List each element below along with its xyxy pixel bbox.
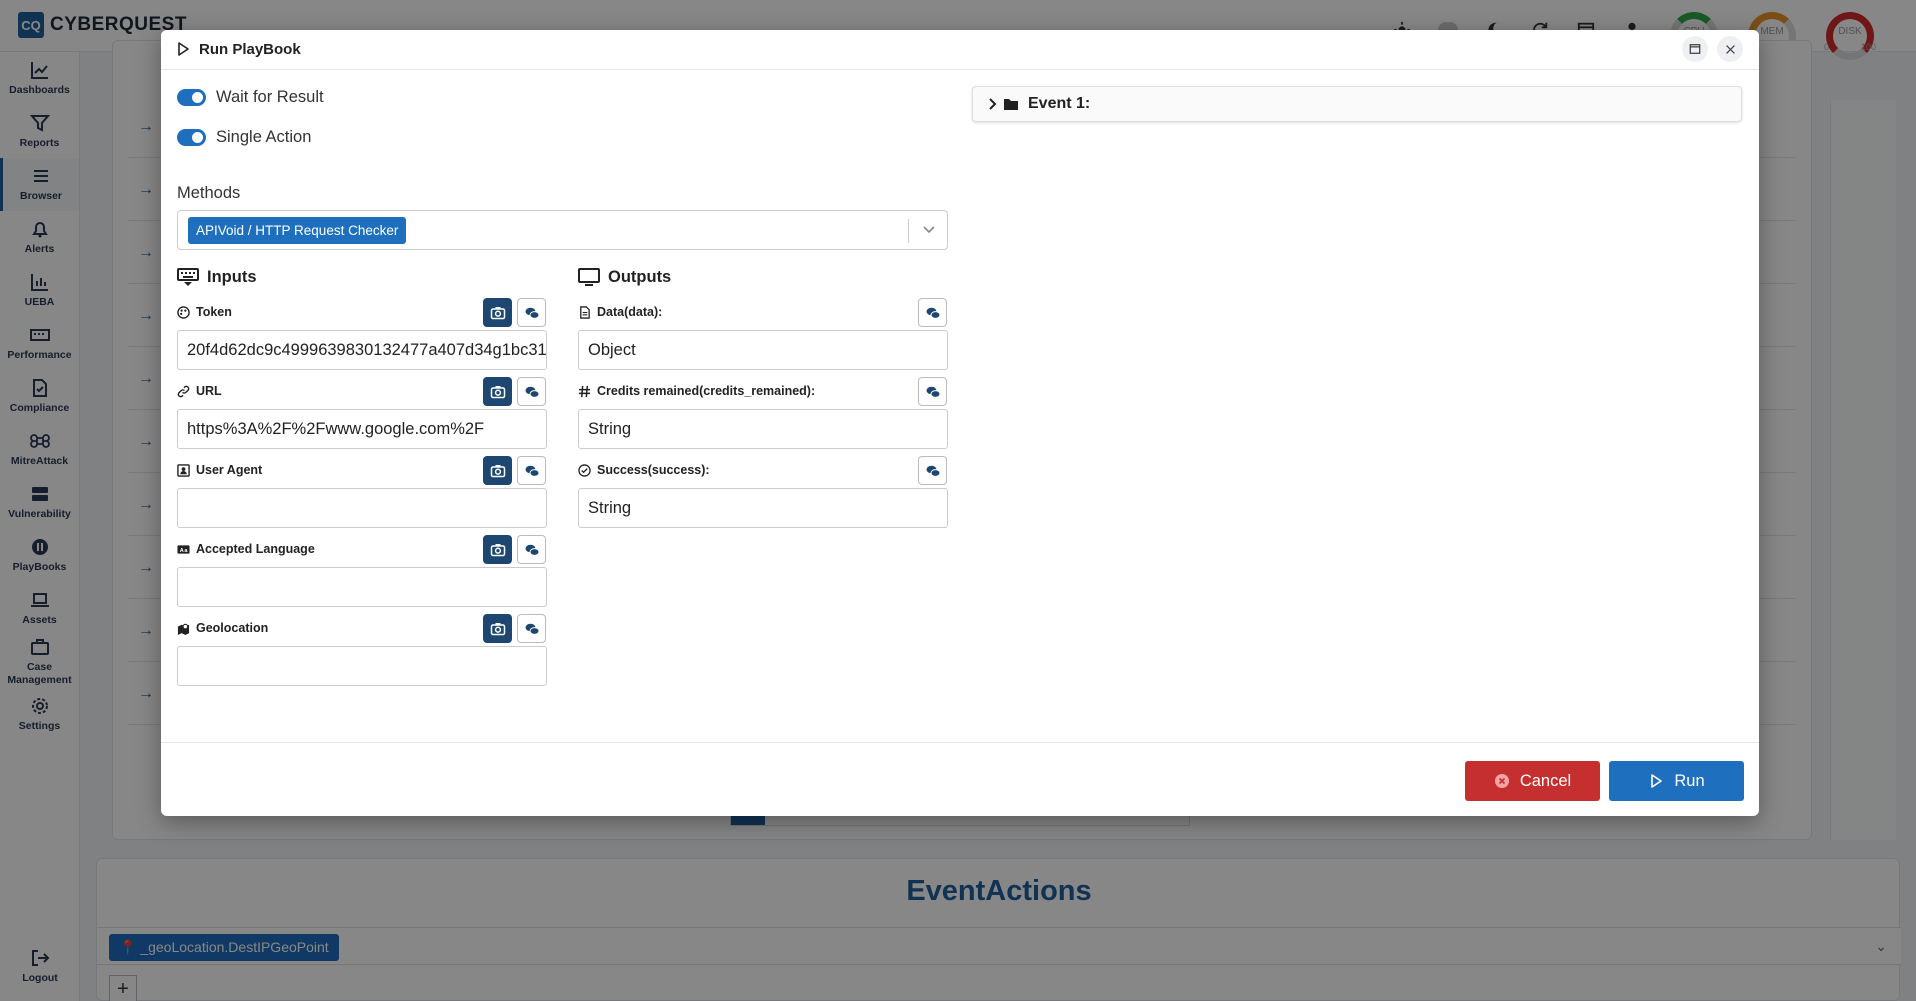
modal-header: Run PlayBook [161, 30, 1759, 70]
file-icon [580, 305, 590, 319]
chevron-right-icon[interactable] [985, 97, 999, 111]
comments-icon [926, 386, 940, 398]
camera-icon [490, 622, 505, 635]
wait-for-result-toggle[interactable] [177, 88, 206, 106]
output-data-variable-button[interactable] [918, 298, 947, 327]
token-label-text: Token [196, 305, 232, 319]
map-marker-icon [177, 623, 190, 635]
keyboard-icon [177, 268, 199, 286]
language-icon: Aa [177, 544, 190, 553]
user-agent-label: User Agent [177, 463, 262, 477]
run-label: Run [1674, 771, 1705, 790]
play-icon [178, 42, 189, 56]
accepted-language-variable-button[interactable] [517, 535, 546, 564]
event-label: Event 1: [1028, 95, 1091, 112]
single-action-toggle[interactable] [177, 128, 206, 146]
comments-icon [926, 307, 940, 319]
inputs-title: Inputs [207, 267, 257, 286]
output-success-field[interactable]: String [578, 488, 948, 528]
wait-for-result-label: Wait for Result [216, 87, 324, 106]
methods-label: Methods [177, 184, 241, 202]
close-button[interactable] [1717, 36, 1743, 62]
comments-icon [525, 623, 539, 635]
url-input[interactable]: https%3A%2F%2Fwww.google.com%2F [177, 409, 547, 449]
comments-icon [926, 465, 940, 477]
outputs-title: Outputs [608, 267, 672, 286]
output-credits-label-text: Credits remained(credits_remained): [597, 384, 816, 398]
output-success-label-text: Success(success): [597, 463, 710, 477]
check-circle-icon [578, 463, 591, 477]
accepted-language-label: Aa Accepted Language [177, 542, 315, 556]
geolocation-input[interactable] [177, 646, 547, 686]
modal-footer: Cancel Run [161, 742, 1759, 816]
token-variable-button[interactable] [517, 298, 546, 327]
token-input[interactable]: 20f4d62dc9c4999639830132477a407d34g1bc31… [177, 330, 547, 370]
monitor-icon [578, 268, 600, 286]
inputs-heading: Inputs [177, 266, 257, 288]
output-credits-variable-button[interactable] [918, 377, 947, 406]
accepted-language-input[interactable] [177, 567, 547, 607]
svg-text:A: A [180, 547, 184, 553]
token-label: Token [177, 305, 232, 319]
user-agent-snapshot-button[interactable] [483, 456, 512, 485]
cancel-label: Cancel [1519, 771, 1572, 790]
camera-icon [490, 385, 505, 398]
methods-select[interactable]: APIVoid / HTTP Request Checker [177, 210, 948, 250]
comments-icon [525, 386, 539, 398]
accepted-language-snapshot-button[interactable] [483, 535, 512, 564]
accepted-language-label-text: Accepted Language [196, 542, 315, 556]
cancel-button[interactable]: Cancel [1465, 761, 1600, 801]
geolocation-snapshot-button[interactable] [483, 614, 512, 643]
run-button[interactable]: Run [1609, 761, 1744, 801]
output-credits-label: Credits remained(credits_remained): [578, 384, 815, 398]
url-snapshot-button[interactable] [483, 377, 512, 406]
comments-icon [525, 307, 539, 319]
chevron-down-icon[interactable] [921, 221, 937, 237]
url-label: URL [177, 384, 222, 398]
geolocation-label: Geolocation [177, 621, 268, 635]
user-agent-input[interactable] [177, 488, 547, 528]
geolocation-label-text: Geolocation [196, 621, 269, 635]
geolocation-variable-button[interactable] [517, 614, 546, 643]
token-snapshot-button[interactable] [483, 298, 512, 327]
select-separator [908, 219, 909, 243]
camera-icon [490, 306, 505, 319]
wait-for-result-row: Wait for Result [177, 85, 324, 109]
url-label-text: URL [196, 384, 222, 398]
single-action-row: Single Action [177, 125, 311, 149]
outputs-heading: Outputs [578, 266, 671, 288]
output-success-label: Success(success): [578, 463, 710, 477]
comments-icon [525, 465, 539, 477]
output-data-field[interactable]: Object [578, 330, 948, 370]
play-icon [1651, 774, 1663, 788]
event-accordion[interactable]: Event 1: [972, 86, 1742, 122]
cancel-circle-icon [1494, 774, 1509, 788]
comments-icon [525, 544, 539, 556]
url-variable-button[interactable] [517, 377, 546, 406]
maximize-button[interactable] [1682, 36, 1708, 62]
hash-icon [578, 385, 591, 397]
camera-icon [490, 543, 505, 556]
maximize-icon [1689, 44, 1701, 54]
output-credits-field[interactable]: String [578, 409, 948, 449]
folder-icon [1004, 99, 1018, 110]
link-icon [177, 385, 190, 397]
camera-icon [490, 464, 505, 477]
output-data-label-text: Data(data): [597, 305, 663, 319]
palette-icon [177, 305, 190, 319]
single-action-label: Single Action [216, 127, 312, 146]
user-agent-variable-button[interactable] [517, 456, 546, 485]
method-tag[interactable]: APIVoid / HTTP Request Checker [188, 217, 407, 244]
close-icon [1725, 44, 1735, 54]
output-success-variable-button[interactable] [918, 456, 947, 485]
user-agent-label-text: User Agent [196, 463, 263, 477]
output-data-label: Data(data): [578, 305, 662, 319]
user-card-icon [177, 463, 190, 477]
modal-title: Run PlayBook [199, 41, 301, 58]
run-playbook-modal: Run PlayBook Wait for Result Single Acti… [161, 30, 1759, 816]
